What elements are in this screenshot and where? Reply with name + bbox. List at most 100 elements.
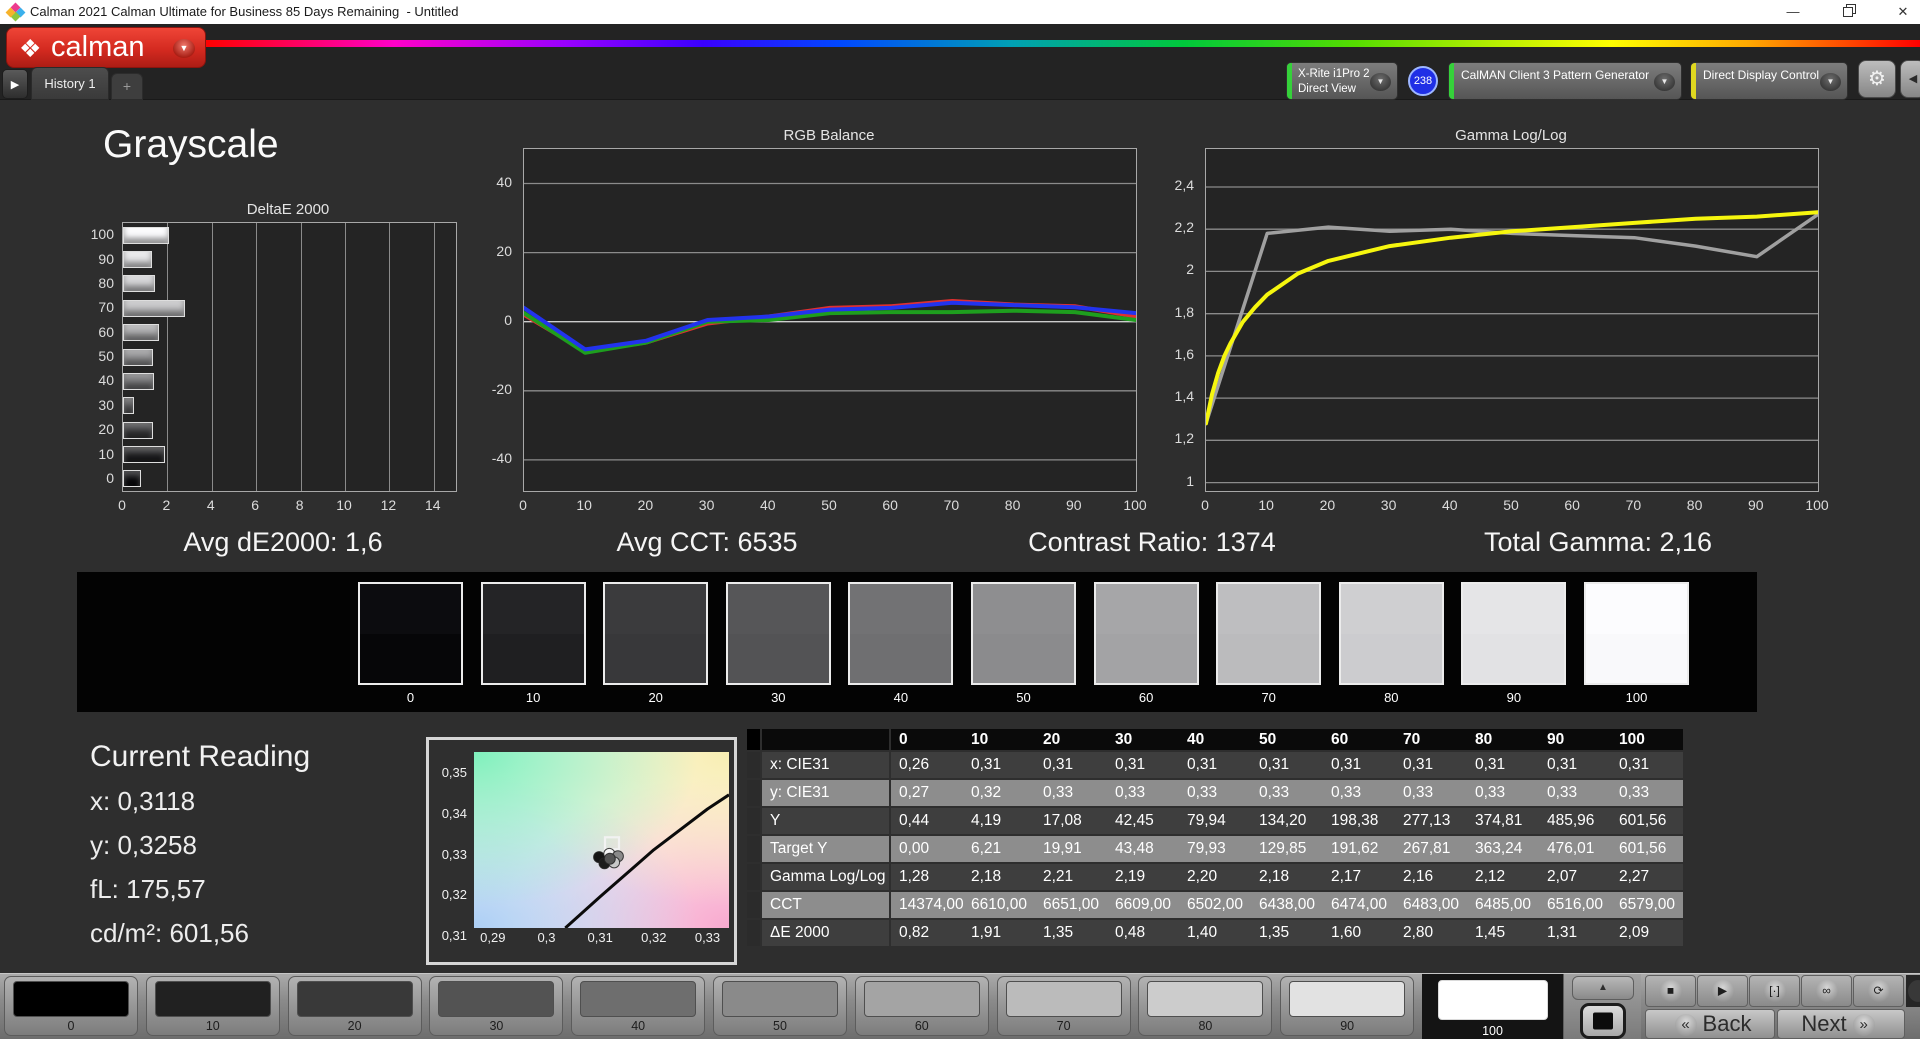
table-cell: 0,31 <box>963 752 1035 778</box>
next-button[interactable]: Next» <box>1777 1009 1905 1039</box>
meter-status-bar <box>1287 63 1292 99</box>
continuous-button[interactable]: ∞ <box>1801 975 1852 1007</box>
stop-button[interactable]: ■ <box>1645 975 1696 1007</box>
table-header-cell: 100 <box>1611 729 1683 750</box>
table-cell: 1,35 <box>1035 920 1107 946</box>
table-cell: 1,45 <box>1467 920 1539 946</box>
table-cell: 0,82 <box>891 920 963 946</box>
table-cell: 0,31 <box>1179 752 1251 778</box>
table-row-gutter <box>747 752 760 778</box>
pattern-level-button[interactable]: 50 <box>713 976 847 1036</box>
swatch-target-half <box>1095 633 1197 683</box>
deltae-bar <box>123 348 153 366</box>
meter-dropdown[interactable]: X-Rite i1Pro 2 Direct View ▼ <box>1286 62 1398 100</box>
gamma-ylabels: 2,4 2,2 2 1,8 1,6 1,4 1,2 1 <box>1143 148 1200 492</box>
pattern-color-chip <box>580 981 697 1017</box>
pattern-bar: 0 10 20 30 40 50 60 70 80 90 100 ▲ ■ ▶ [·] ∞ ⟳ «Back N… <box>0 973 1920 1039</box>
calman-logo-text: calman <box>51 31 145 63</box>
table-header-cell: 50 <box>1251 729 1323 750</box>
pattern-level-button[interactable]: 40 <box>571 976 706 1036</box>
settings-gear-button[interactable]: ⚙ <box>1858 60 1896 98</box>
pattern-level-button[interactable]: 60 <box>854 976 989 1036</box>
table-cell: 0,33 <box>1251 780 1323 806</box>
swatch-target-half <box>1340 633 1442 683</box>
pattern-level-label: 40 <box>631 1019 646 1033</box>
deltae-bar <box>123 226 170 244</box>
swatch-actual-half <box>1586 584 1687 634</box>
pattern-level-button[interactable]: 80 <box>1138 976 1273 1036</box>
tab-history-1[interactable]: History 1 <box>31 67 109 100</box>
swatch-target-half <box>727 633 829 683</box>
axis-tick-label: 30 <box>1380 497 1397 513</box>
deltae-gridline <box>433 223 435 491</box>
axis-tick-label: -40 <box>491 449 512 466</box>
axis-tick-label: 4 <box>206 497 215 513</box>
rainbow-accent-bar <box>206 40 1920 47</box>
table-cell: 0,33 <box>1107 780 1179 806</box>
pattern-size-icon: [·] <box>1763 979 1786 1003</box>
transport-row: ■ ▶ [·] ∞ ⟳ <box>1645 974 1920 1008</box>
play-button[interactable]: ▶ <box>1697 975 1748 1007</box>
pattern-level-button[interactable]: 70 <box>996 976 1131 1036</box>
table-cell: 0,31 <box>1323 752 1395 778</box>
axis-tick-label: 0,33 <box>694 930 721 945</box>
table-cell: 374,81 <box>1467 808 1539 834</box>
pattern-level-button[interactable]: 30 <box>429 976 564 1036</box>
table-cell: 0,32 <box>963 780 1035 806</box>
axis-tick-label: 10 <box>1258 497 1274 513</box>
table-cell: 1,60 <box>1323 920 1395 946</box>
display-control-dropdown[interactable]: Direct Display Control ▼ <box>1690 62 1848 100</box>
next-chevron-icon: » <box>1852 1014 1875 1037</box>
history-scroll-button[interactable]: ▶ <box>2 69 28 99</box>
meter-label: X-Rite i1Pro 2 Direct View <box>1298 68 1370 95</box>
table-row-label: CCT <box>762 892 889 918</box>
pattern-level-button[interactable]: 10 <box>145 976 280 1036</box>
axis-tick-label: 0,3 <box>537 930 556 945</box>
restore-button[interactable] <box>1833 2 1863 22</box>
table-cell: 6,21 <box>963 836 1035 862</box>
refresh-button[interactable]: ⟳ <box>1853 975 1904 1007</box>
pattern-color-chip <box>1438 980 1548 1020</box>
axis-tick-label: 20 <box>637 497 654 513</box>
pattern-generator-dropdown[interactable]: CalMAN Client 3 Pattern Generator ▼ <box>1448 62 1682 100</box>
axis-tick-label: 0 <box>504 311 512 328</box>
chevron-down-icon: ▼ <box>173 39 195 58</box>
pattern-level-button-selected[interactable]: 100 <box>1422 974 1563 1039</box>
axis-tick-label: 0,32 <box>641 930 667 945</box>
axis-tick-label: 10 <box>336 497 352 513</box>
back-button[interactable]: «Back <box>1645 1009 1775 1039</box>
table-cell: 14374,00 <box>891 892 963 918</box>
table-header-cell: 60 <box>1323 729 1395 750</box>
deltae-gridline <box>345 223 346 491</box>
grayscale-swatch <box>1338 582 1444 685</box>
axis-tick-label: 20 <box>1319 497 1336 513</box>
pattern-window-button[interactable] <box>1580 1003 1626 1039</box>
deltae-chart-title: DeltaE 2000 <box>246 201 330 218</box>
table-cell: 17,08 <box>1035 808 1107 834</box>
close-button[interactable]: ✕ <box>1888 2 1918 22</box>
table-cell: 0,33 <box>1467 780 1539 806</box>
axis-tick-label: 40 <box>1442 497 1458 513</box>
axis-tick-label: 2,2 <box>1174 219 1194 236</box>
axis-tick-label: 10 <box>576 497 592 513</box>
swatch-actual-half <box>850 584 952 634</box>
pattern-level-button[interactable]: 0 <box>4 976 138 1036</box>
collapse-panel-button[interactable]: ◀ <box>1900 60 1920 98</box>
table-cell: 0,31 <box>1251 752 1323 778</box>
minimize-button[interactable]: — <box>1778 2 1808 22</box>
chevron-down-icon: ▼ <box>1370 73 1391 91</box>
axis-tick-label: 2 <box>162 497 171 513</box>
pattern-level-button[interactable]: 90 <box>1280 976 1415 1036</box>
deltae-bar <box>123 421 153 439</box>
table-cell: 1,35 <box>1251 920 1323 946</box>
axis-tick-label: 80 <box>1004 497 1021 513</box>
axis-tick-label: 40 <box>496 173 512 190</box>
add-tab-button[interactable]: + <box>111 73 143 100</box>
stop-icon: ■ <box>1659 979 1682 1003</box>
calman-menu-button[interactable]: ❖ calman ▼ <box>6 27 206 68</box>
pattern-level-button[interactable]: 20 <box>287 976 422 1036</box>
level-up-button[interactable]: ▲ <box>1572 976 1634 1000</box>
axis-tick-label: 90 <box>1066 497 1082 513</box>
swatch-label: 40 <box>893 690 909 705</box>
pattern-size-button[interactable]: [·] <box>1749 975 1800 1007</box>
